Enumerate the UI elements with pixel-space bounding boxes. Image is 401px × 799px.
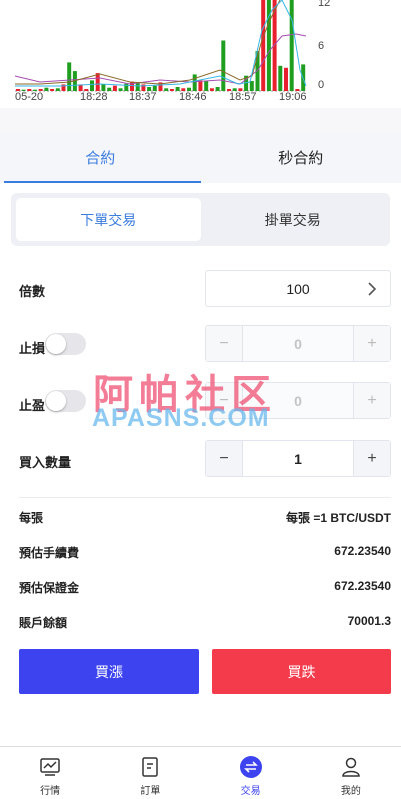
- stop-loss-stepper: − 0 +: [205, 325, 391, 362]
- x-tick-label: 18:57: [229, 91, 257, 103]
- watermark-en: APASNS.COM: [92, 404, 270, 432]
- take-profit-toggle[interactable]: [45, 390, 86, 412]
- quantity-plus-button[interactable]: +: [354, 441, 390, 476]
- volume-bar: [198, 80, 203, 91]
- volume-bar: [67, 62, 72, 91]
- order-type-market[interactable]: 下單交易: [16, 198, 201, 241]
- nav-label: 訂單: [140, 786, 161, 797]
- nav-label: 我的: [340, 786, 361, 797]
- quantity-minus-button[interactable]: −: [206, 441, 242, 476]
- buy-long-button[interactable]: 買漲: [19, 649, 199, 694]
- x-tick-label: 18:37: [129, 91, 157, 103]
- leverage-value: 100: [286, 280, 310, 297]
- volume-bar: [261, 0, 266, 91]
- section-gap: [0, 108, 401, 132]
- volume-bar: [192, 74, 197, 91]
- trade-swap-icon: [239, 756, 262, 778]
- chevron-right-icon: [368, 282, 377, 296]
- orders-document-icon: [142, 757, 159, 777]
- order-type-limit[interactable]: 掛單交易: [201, 198, 386, 241]
- volume-bar: [215, 87, 220, 91]
- volume-bar: [107, 87, 112, 91]
- nav-item-orders[interactable]: 訂單: [100, 747, 200, 799]
- fee-label: 預估手續費: [19, 546, 80, 560]
- x-tick-label: 05-20: [15, 91, 44, 103]
- contract-tabs: 合約 秒合約: [0, 132, 401, 183]
- volume-bar: [289, 0, 294, 91]
- x-tick-label: 18:28: [80, 91, 108, 103]
- nav-label: 交易: [240, 786, 261, 797]
- y-tick-label: 0: [318, 79, 325, 91]
- volume-bar: [278, 65, 283, 91]
- y-tick-label: 6: [318, 40, 325, 52]
- balance-label: 賬戶餘額: [19, 616, 68, 630]
- margin-label: 預估保證金: [19, 581, 80, 595]
- volume-bar: [209, 88, 214, 91]
- take-profit-plus-button[interactable]: +: [354, 383, 390, 418]
- x-tick-label: 18:46: [179, 91, 207, 103]
- margin-value: 672.23540: [334, 579, 391, 593]
- volume-bar: [112, 85, 117, 91]
- y-tick-label: 12: [318, 0, 331, 9]
- nav-item-profile[interactable]: 我的: [301, 747, 401, 799]
- stop-loss-minus-button[interactable]: −: [206, 326, 242, 361]
- volume-bar: [101, 84, 106, 91]
- quantity-stepper: − 1 +: [205, 440, 391, 477]
- volume-bar: [169, 89, 174, 91]
- volume-bar: [135, 82, 140, 91]
- volume-bar: [284, 67, 288, 92]
- volume-bar: [50, 89, 55, 91]
- leverage-select[interactable]: 100: [205, 270, 391, 307]
- volume-bar: [95, 73, 100, 91]
- nav-label: 行情: [40, 786, 61, 797]
- take-profit-label: 止盈: [19, 398, 46, 413]
- nav-item-trade[interactable]: 交易: [201, 747, 301, 799]
- profile-user-icon: [342, 757, 360, 777]
- volume-bar: [204, 81, 209, 91]
- volume-bar: [249, 81, 254, 91]
- quantity-input[interactable]: 1: [242, 441, 354, 476]
- fee-value: 672.23540: [334, 544, 391, 558]
- tab-second-contract[interactable]: 秒合約: [201, 132, 401, 183]
- leverage-label: 倍數: [19, 284, 46, 299]
- volume-bar: [44, 87, 49, 91]
- nav-item-market[interactable]: 行情: [0, 747, 100, 799]
- per-lot-label: 每張: [19, 511, 44, 525]
- divider: [19, 497, 391, 498]
- volume-bar: [90, 80, 94, 91]
- stop-loss-input[interactable]: 0: [242, 326, 354, 361]
- x-tick-label: 19:06: [279, 91, 307, 103]
- per-lot-value: 每張 =1 BTC/USDT: [285, 511, 391, 525]
- stop-loss-plus-button[interactable]: +: [354, 326, 390, 361]
- order-type-segment: 下單交易 掛單交易: [11, 193, 390, 246]
- stop-loss-label: 止損: [19, 341, 46, 356]
- toggle-knob: [46, 334, 66, 354]
- volume-bar: [55, 88, 60, 91]
- market-chart-icon: [40, 758, 60, 776]
- ma-line-brown: [15, 0, 281, 85]
- stop-loss-toggle[interactable]: [45, 333, 86, 355]
- volume-bar: [221, 40, 226, 91]
- buy-short-button[interactable]: 買跌: [212, 649, 391, 694]
- bottom-nav: 行情 訂單 交易 我的: [0, 746, 401, 799]
- volume-bar: [118, 88, 123, 91]
- quantity-label: 買入數量: [19, 455, 72, 470]
- kline-volume-chart: 05-20 18:28 18:37 18:46 18:57 19:06 12 6…: [0, 0, 401, 108]
- volume-bar: [164, 88, 169, 91]
- balance-value: 70001.3: [347, 614, 391, 628]
- toggle-knob: [46, 391, 66, 411]
- tab-contract[interactable]: 合約: [0, 132, 201, 183]
